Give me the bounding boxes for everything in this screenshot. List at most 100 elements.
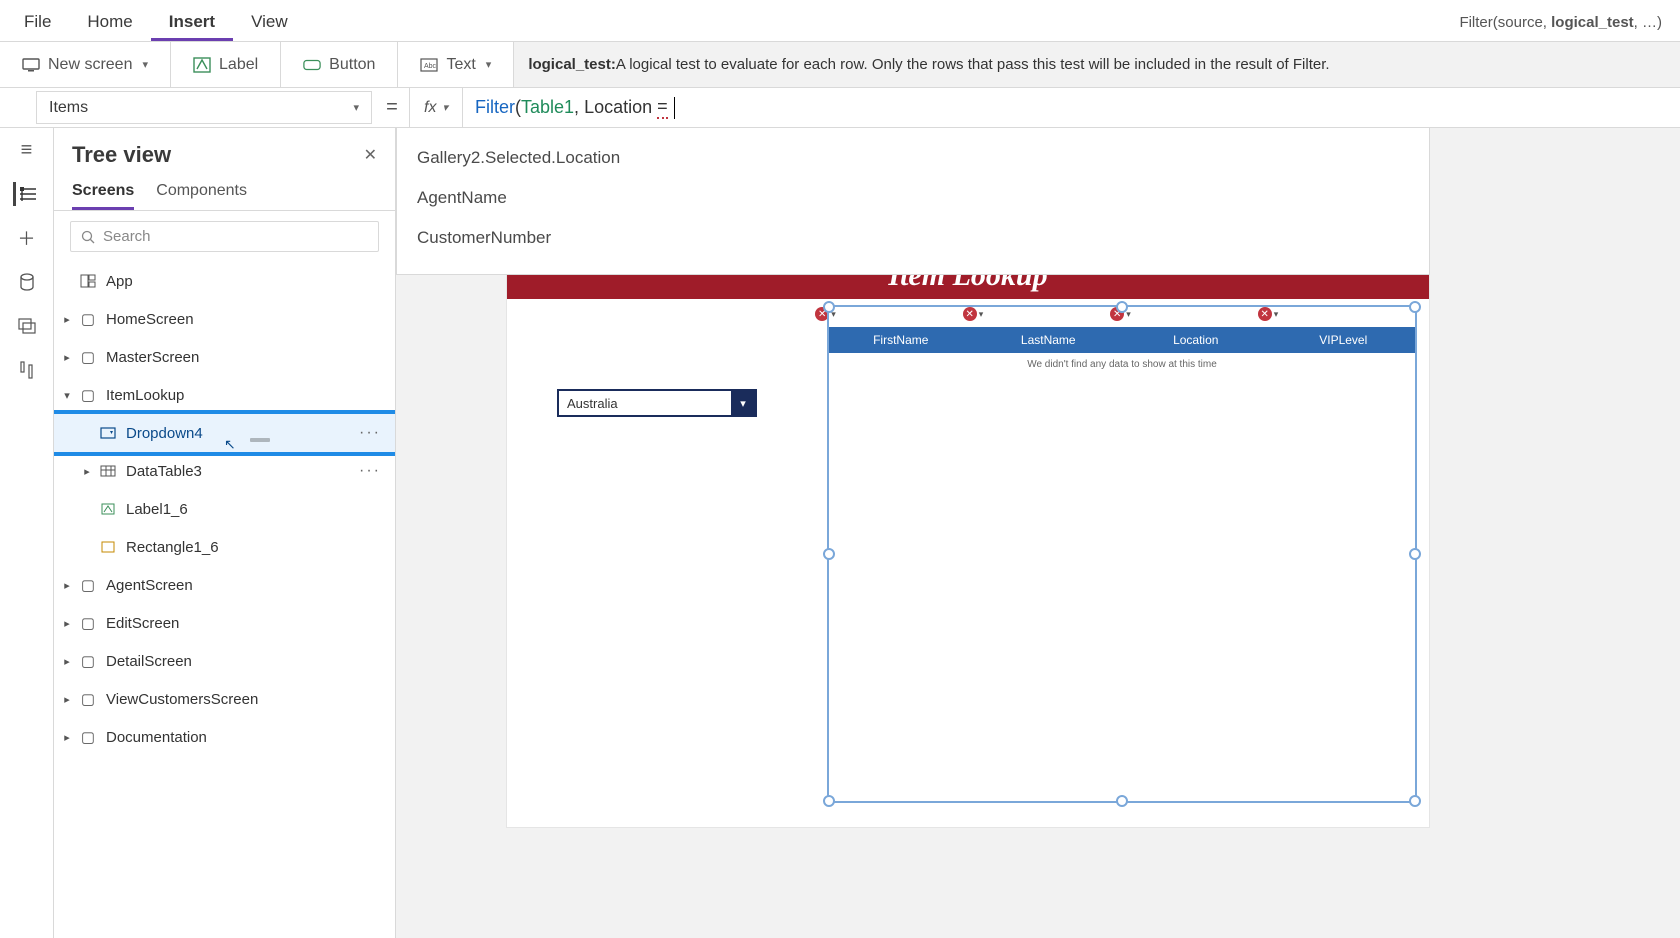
tree-node-rectangle16[interactable]: Rectangle1_6 [54,528,395,566]
tree-view-icon[interactable] [13,182,37,206]
property-dropdown[interactable]: Items ▾ [36,91,372,124]
media-icon[interactable] [15,314,39,338]
chevron-down-icon: ▾ [142,58,148,71]
tree-node-app[interactable]: App [54,262,395,300]
button-button[interactable]: Button [297,52,381,78]
hover-tooltip [250,438,270,442]
app-preview: Item Lookup Australia ▾ ✕▾ ✕▾ ✕▾ ✕▾ Firs… [506,252,1430,828]
tree-view-title: Tree view [72,142,171,168]
label-icon [193,56,211,74]
main-area: ≡ ＋ Tree view ✕ Screens Components [0,128,1680,938]
tree-node-detailscreen[interactable]: ▸▢ DetailScreen [54,642,395,680]
button-icon [303,56,321,74]
text-icon: Abc [420,56,438,74]
tab-screens[interactable]: Screens [72,174,134,210]
screen-icon: ▢ [78,311,98,327]
dropdown-icon [98,425,118,441]
tree-label: DataTable3 [126,463,202,480]
label-btn-text: Label [219,56,258,74]
screen-icon: ▢ [78,349,98,365]
tree-node-viewcustomers[interactable]: ▸▢ ViewCustomersScreen [54,680,395,718]
text-button[interactable]: Abc Text ▾ [414,52,497,78]
equals-sign: = [375,88,409,127]
tree-label: EditScreen [106,615,179,632]
menu-file[interactable]: File [6,4,69,41]
more-icon[interactable]: ··· [359,424,387,442]
selection-outline [827,305,1417,803]
resize-handle[interactable] [1116,795,1128,807]
tree-node-label16[interactable]: Label1_6 [54,490,395,528]
formula-table: Table1 [521,97,574,118]
property-name: Items [49,99,88,117]
tab-components[interactable]: Components [156,174,247,210]
screen-icon [22,56,40,74]
tree-label: Rectangle1_6 [126,539,219,556]
tree-label: App [106,273,133,290]
signature-hint: Filter(source, logical_test, …) [1451,14,1674,41]
chevron-down-icon: ▾ [442,101,448,114]
tree-label: AgentScreen [106,577,193,594]
autocomplete-item[interactable]: Gallery2.Selected.Location [417,138,1409,178]
formula-input[interactable]: Filter(Table1, Location = [463,88,1680,127]
tree-label: Dropdown4 [126,425,203,442]
more-icon[interactable]: ··· [359,462,387,480]
search-input[interactable]: Search [70,221,379,252]
tree-label: Documentation [106,729,207,746]
label-icon [98,501,118,517]
search-placeholder: Search [103,228,151,245]
resize-handle[interactable] [1409,548,1421,560]
tree-label: ItemLookup [106,387,184,404]
tree-node-dropdown4[interactable]: Dropdown4 ··· ↖ [54,414,395,452]
chevron-down-icon: ▾ [353,101,359,114]
rectangle-icon [98,539,118,555]
label-button[interactable]: Label [187,52,264,78]
screen-icon: ▢ [78,691,98,707]
screen-icon: ▢ [78,577,98,593]
resize-handle[interactable] [1409,301,1421,313]
resize-handle[interactable] [823,548,835,560]
tools-icon[interactable] [15,358,39,382]
menu-insert[interactable]: Insert [151,4,233,41]
close-icon[interactable]: ✕ [364,145,377,165]
new-screen-label: New screen [48,56,132,74]
datatable-control[interactable]: ✕▾ ✕▾ ✕▾ ✕▾ FirstName LastName Location … [827,305,1417,803]
screen-icon: ▢ [78,387,98,403]
menu-view[interactable]: View [233,4,306,41]
left-rail: ≡ ＋ [0,128,54,938]
resize-handle[interactable] [823,795,835,807]
tree-label: ViewCustomersScreen [106,691,258,708]
table-icon [98,463,118,479]
fx-button[interactable]: fx▾ [409,88,463,127]
chevron-down-icon: ▾ [486,58,492,71]
tree-node-documentation[interactable]: ▸▢ Documentation [54,718,395,756]
tree-node-editscreen[interactable]: ▸▢ EditScreen [54,604,395,642]
hamburger-icon[interactable]: ≡ [15,138,39,162]
design-canvas[interactable]: Gallery2.Selected.Location AgentName Cus… [396,128,1680,938]
screen-icon: ▢ [78,615,98,631]
button-btn-text: Button [329,56,375,74]
resize-handle[interactable] [823,301,835,313]
parameter-help: logical_test: A logical test to evaluate… [514,42,1680,87]
text-cursor [674,97,675,119]
dropdown-control[interactable]: Australia ▾ [557,389,757,417]
tree-node-itemlookup[interactable]: ▾▢ ItemLookup [54,376,395,414]
formula-field: Location [584,97,652,118]
resize-handle[interactable] [1409,795,1421,807]
autocomplete-item[interactable]: CustomerNumber [417,218,1409,258]
resize-handle[interactable] [1116,301,1128,313]
menu-home[interactable]: Home [69,4,150,41]
add-icon[interactable]: ＋ [15,226,39,250]
insert-ribbon: New screen ▾ Label Button Abc Text ▾ log… [0,42,1680,88]
tree-label: Label1_6 [126,501,188,518]
tree-node-agentscreen[interactable]: ▸▢ AgentScreen [54,566,395,604]
dropdown-value: Australia [559,396,731,411]
tree-list: App ▸▢ HomeScreen ▸▢ MasterScreen ▾▢ Ite… [54,262,395,938]
new-screen-button[interactable]: New screen ▾ [16,52,154,78]
tree-node-homescreen[interactable]: ▸▢ HomeScreen [54,300,395,338]
tree-node-datatable3[interactable]: ▸ DataTable3 ··· [54,452,395,490]
tree-node-masterscreen[interactable]: ▸▢ MasterScreen [54,338,395,376]
data-icon[interactable] [15,270,39,294]
cursor-icon: ↖ [224,436,236,453]
formula-op: = [657,96,668,119]
autocomplete-item[interactable]: AgentName [417,178,1409,218]
